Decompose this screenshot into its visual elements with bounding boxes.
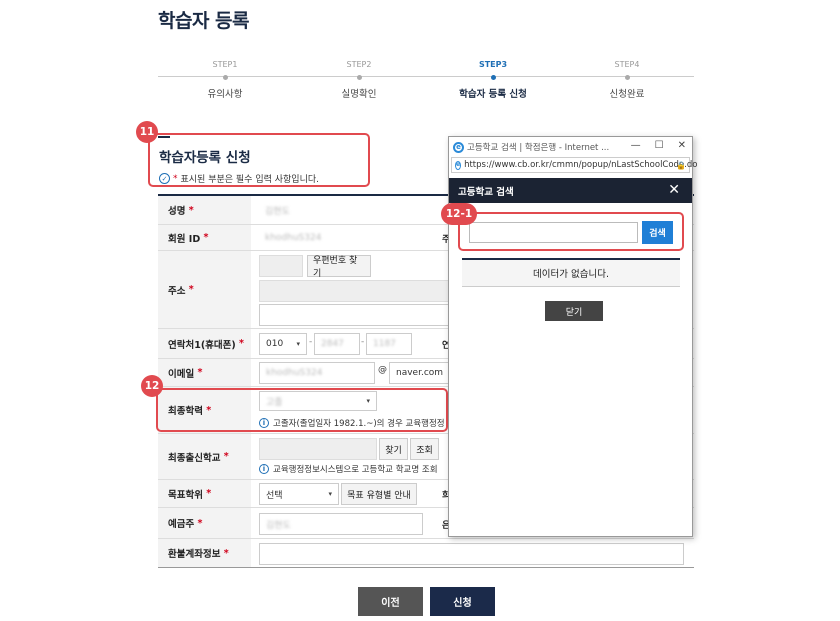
page-title: 학습자 등록 <box>158 10 250 32</box>
step-dot <box>356 75 362 80</box>
member-id-value: khodhuS324 <box>259 227 439 249</box>
callout-box-11 <box>148 133 370 187</box>
label-depositor: 예금주 * <box>158 508 251 538</box>
step-dot <box>490 75 496 80</box>
label-member-id: 회원 ID * <box>158 225 251 250</box>
popup-header: 고등학교 검색 ✕ <box>449 178 692 203</box>
result-empty-message: 데이터가 없습니다. <box>462 260 680 287</box>
callout-box-12-1 <box>458 212 684 251</box>
zip-code-field[interactable] <box>259 255 303 277</box>
email-domain-input[interactable]: naver.com <box>389 362 449 384</box>
phone-prefix-select[interactable]: 010 ▾ <box>259 333 307 355</box>
form-bottom-border <box>158 567 694 568</box>
minimize-icon[interactable]: — <box>631 140 641 151</box>
close-icon[interactable]: ✕ <box>678 140 686 151</box>
submit-button[interactable]: 신청 <box>430 587 495 616</box>
close-icon[interactable]: ✕ <box>668 182 680 198</box>
popup-header-title: 고등학교 검색 <box>458 186 514 198</box>
popup-close-button[interactable]: 닫기 <box>545 301 603 321</box>
chevron-down-icon: ▾ <box>328 490 332 498</box>
row-refund: 환불계좌정보 * <box>158 539 694 567</box>
label-email: 이메일 * <box>158 359 251 386</box>
step-dot <box>222 75 228 80</box>
phone-last-input[interactable]: 1187 <box>366 333 412 355</box>
phone-mid-input[interactable]: 2847 <box>314 333 360 355</box>
label-school: 최종출신학교 * <box>158 434 251 479</box>
phone-sep-1: - <box>309 337 313 347</box>
school-lookup-button[interactable]: 조회 <box>410 438 439 460</box>
step-4: STEP4 신청완료 <box>560 60 694 100</box>
school-search-popup: e 고등학교 검색 | 학점은행 - Internet ... — ☐ ✕ e … <box>448 136 697 537</box>
name-value: 김현도 <box>259 199 439 221</box>
step-label: 학습자 등록 신청 <box>459 89 527 100</box>
email-local-input[interactable]: khodhuS324 <box>259 362 375 384</box>
callout-badge-11: 11 <box>136 121 158 143</box>
popup-window-title: 고등학교 검색 | 학점은행 - Internet ... <box>467 143 610 153</box>
step-2: STEP2 실명확인 <box>292 60 426 100</box>
depositor-input[interactable]: 김현도 <box>259 513 423 535</box>
maximize-icon[interactable]: ☐ <box>655 140 664 151</box>
email-at: @ <box>378 365 387 375</box>
step-label: 유의사항 <box>207 89 243 100</box>
popup-address-bar[interactable]: e https://www.cb.or.kr/cmmn/popup/nLastS… <box>451 157 697 173</box>
step-number: STEP2 <box>346 60 372 69</box>
label-refund: 환불계좌정보 * <box>158 539 251 567</box>
label-name: 성명 * <box>158 196 251 224</box>
popup-window-titlebar: e 고등학교 검색 | 학점은행 - Internet ... — ☐ ✕ <box>449 137 692 157</box>
step-number: STEP4 <box>614 60 640 69</box>
callout-badge-12: 12 <box>141 375 163 397</box>
internet-explorer-icon: e <box>455 160 462 170</box>
popup-url: https://www.cb.or.kr/cmmn/popup/nLastSch… <box>464 160 698 170</box>
label-address: 주소 * <box>158 251 251 328</box>
internet-explorer-icon: e <box>453 141 464 153</box>
school-note: i 교육행정정보시스템으로 고등학교 학교명 조회 <box>259 463 438 475</box>
callout-box-12 <box>156 388 448 432</box>
zip-search-button[interactable]: 우편번호 찾기 <box>307 255 371 279</box>
callout-badge-12-1: 12-1 <box>441 203 477 225</box>
school-field[interactable] <box>259 438 377 460</box>
degree-select[interactable]: 선택 ▾ <box>259 483 339 505</box>
school-find-button[interactable]: 찾기 <box>379 438 408 460</box>
step-1: STEP1 유의사항 <box>158 60 292 100</box>
step-label: 실명확인 <box>341 89 377 100</box>
prev-button[interactable]: 이전 <box>358 587 423 616</box>
info-icon: i <box>259 464 269 474</box>
step-label: 신청완료 <box>609 89 645 100</box>
step-3-active: STEP3 학습자 등록 신청 <box>426 60 560 100</box>
degree-guide-button[interactable]: 목표 유형별 안내 <box>341 483 417 505</box>
step-number: STEP3 <box>478 60 508 69</box>
refund-account-input[interactable] <box>259 543 684 565</box>
step-number: STEP1 <box>212 60 238 69</box>
step-dot <box>624 75 630 80</box>
address-field-2[interactable] <box>259 304 449 326</box>
lock-icon: 🔒 <box>676 160 686 170</box>
address-field-1[interactable] <box>259 280 449 302</box>
chevron-down-icon: ▾ <box>296 340 300 348</box>
label-degree: 목표학위 * <box>158 480 251 507</box>
label-phone: 연락처1(휴대폰) * <box>158 329 251 358</box>
phone-sep-2: - <box>361 337 365 347</box>
